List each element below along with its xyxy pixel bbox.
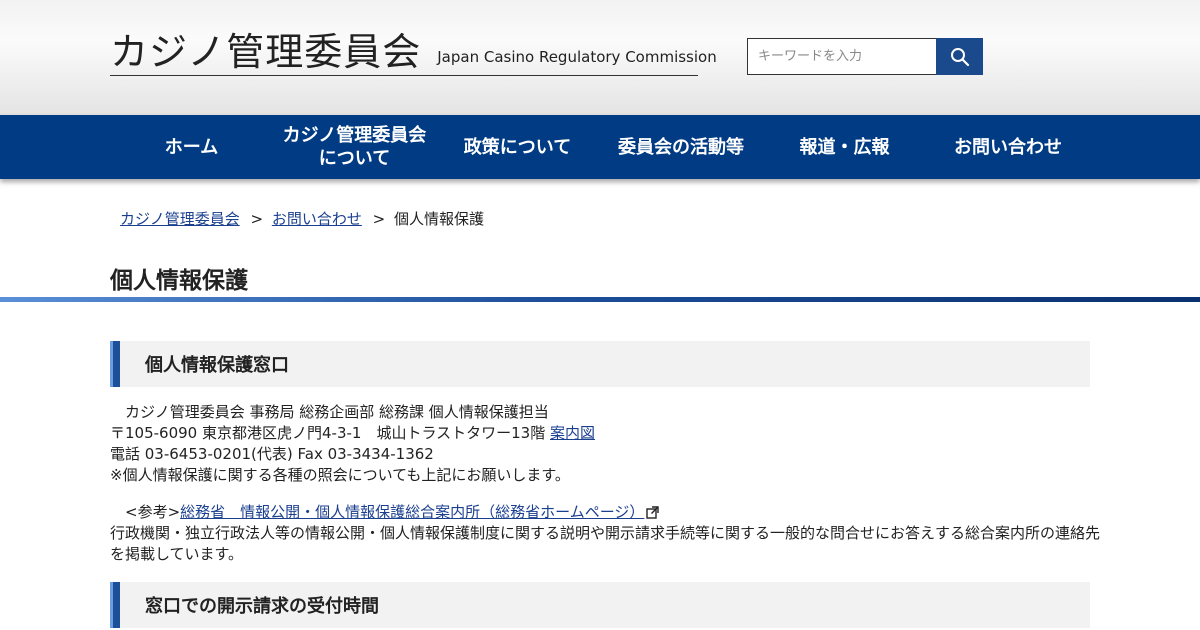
- nav-item-contact[interactable]: お問い合わせ: [926, 115, 1090, 179]
- reference-line: <参考>総務省 情報公開・個人情報保護総合案内所（総務省ホームページ）: [110, 502, 1100, 523]
- reference-description: 行政機関・独立行政法人等の情報公開・個人情報保護制度に関する説明や開示請求手続等…: [110, 524, 1101, 563]
- logo-japanese-title: カジノ管理委員会: [110, 30, 422, 74]
- nav-item-activities[interactable]: 委員会の活動等: [599, 115, 763, 179]
- nav-item-about[interactable]: カジノ管理委員会 について: [273, 115, 436, 179]
- nav-item-policy[interactable]: 政策について: [436, 115, 599, 179]
- address-text: 〒105-6090 東京都港区虎ノ門4-3-1 城山トラストタワー13階: [110, 424, 550, 442]
- reference-link[interactable]: 総務省 情報公開・個人情報保護総合案内所（総務省ホームページ）: [180, 503, 644, 521]
- search-icon: [950, 47, 969, 66]
- logo-english-title: Japan Casino Regulatory Commission: [437, 48, 717, 66]
- nav-item-home[interactable]: ホーム: [110, 115, 273, 179]
- contact-note: ※個人情報保護に関する各種の照会についても上記にお願いします。: [110, 466, 570, 484]
- nav-item-press[interactable]: 報道・広報: [763, 115, 926, 179]
- contact-office: カジノ管理委員会 事務局 総務企画部 総務課 個人情報保護担当: [110, 403, 549, 421]
- section-heading-privacy-desk: 個人情報保護窓口: [110, 341, 1090, 387]
- breadcrumb: カジノ管理委員会 > お問い合わせ > 個人情報保護: [120, 208, 484, 229]
- search-button[interactable]: [936, 38, 983, 75]
- contact-info-block: カジノ管理委員会 事務局 総務企画部 総務課 個人情報保護担当 〒105-609…: [110, 402, 1100, 486]
- external-link-icon: [646, 506, 660, 519]
- reference-block: <参考>総務省 情報公開・個人情報保護総合案内所（総務省ホームページ） 行政機関…: [110, 502, 1100, 565]
- reference-prefix: <参考>: [110, 503, 181, 521]
- title-underline: [0, 297, 1200, 302]
- breadcrumb-current: 個人情報保護: [394, 210, 485, 228]
- contact-address: 〒105-6090 東京都港区虎ノ門4-3-1 城山トラストタワー13階 案内図: [110, 423, 1100, 444]
- map-link[interactable]: 案内図: [550, 424, 595, 442]
- site-header: カジノ管理委員会 Japan Casino Regulatory Commiss…: [0, 0, 1200, 115]
- site-logo[interactable]: カジノ管理委員会 Japan Casino Regulatory Commiss…: [110, 26, 717, 76]
- search-input[interactable]: [747, 38, 936, 75]
- page-title: 個人情報保護: [110, 268, 248, 294]
- contact-phone: 電話 03-6453-0201(代表) Fax 03-3434-1362: [110, 445, 434, 463]
- global-nav: ホーム カジノ管理委員会 について 政策について 委員会の活動等 報道・広報 お…: [0, 115, 1200, 179]
- breadcrumb-link-contact[interactable]: お問い合わせ: [272, 210, 362, 228]
- breadcrumb-separator: >: [372, 210, 386, 228]
- breadcrumb-link-home[interactable]: カジノ管理委員会: [120, 210, 240, 228]
- search-form: [747, 38, 983, 75]
- section-heading-reception-hours: 窓口での開示請求の受付時間: [110, 582, 1090, 628]
- breadcrumb-separator: >: [250, 210, 264, 228]
